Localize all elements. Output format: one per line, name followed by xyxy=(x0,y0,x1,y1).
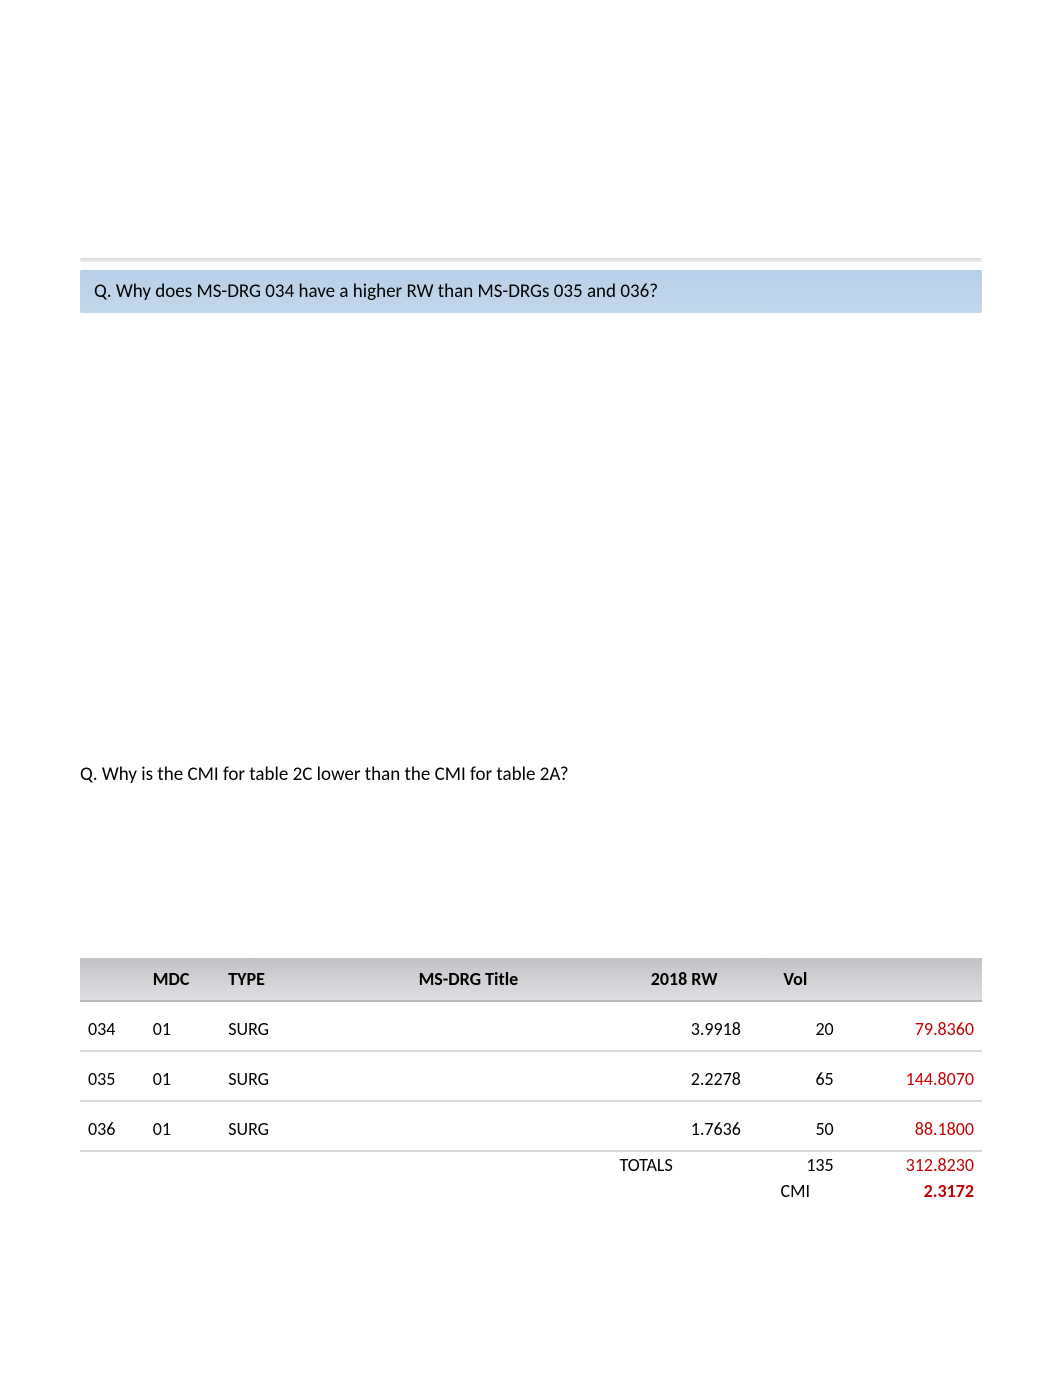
cell-mdc: 01 xyxy=(145,1052,221,1102)
totals-vol: 135 xyxy=(749,1152,842,1178)
cell-type: SURG xyxy=(220,1052,317,1102)
th-mdc: MDC xyxy=(145,958,221,1002)
question-plain: Q. Why is the CMI for table 2C lower tha… xyxy=(80,761,982,788)
cell-mdc: 01 xyxy=(145,1102,221,1152)
question-highlighted: Q. Why does MS-DRG 034 have a higher RW … xyxy=(80,270,982,313)
th-rw: 2018 RW xyxy=(619,958,748,1002)
totals-prod: 312.8230 xyxy=(842,1152,982,1178)
th-drg xyxy=(80,958,145,1002)
cell-rw: 2.2278 xyxy=(619,1052,748,1102)
cell-title xyxy=(317,1052,619,1102)
cmi-value: 2.3172 xyxy=(842,1178,982,1204)
cmi-row: CMI 2.3172 xyxy=(80,1178,982,1204)
top-divider xyxy=(80,258,982,262)
cell-type: SURG xyxy=(220,1102,317,1152)
cell-rw: 1.7636 xyxy=(619,1102,748,1152)
cell-title xyxy=(317,1102,619,1152)
cell-vol: 65 xyxy=(749,1052,842,1102)
cell-title xyxy=(317,1002,619,1052)
totals-row: TOTALS 135 312.8230 xyxy=(80,1152,982,1178)
cell-mdc: 01 xyxy=(145,1002,221,1052)
cell-prod: 79.8360 xyxy=(842,1002,982,1052)
drg-table: MDC TYPE MS-DRG Title 2018 RW Vol 034 01… xyxy=(80,958,982,1204)
cell-drg: 035 xyxy=(80,1052,145,1102)
table-header-row: MDC TYPE MS-DRG Title 2018 RW Vol xyxy=(80,958,982,1002)
totals-label: TOTALS xyxy=(619,1152,748,1178)
cell-vol: 20 xyxy=(749,1002,842,1052)
table-row: 036 01 SURG 1.7636 50 88.1800 xyxy=(80,1102,982,1152)
th-title: MS-DRG Title xyxy=(317,958,619,1002)
cell-prod: 88.1800 xyxy=(842,1102,982,1152)
cell-type: SURG xyxy=(220,1002,317,1052)
cmi-label: CMI xyxy=(749,1178,842,1204)
cell-drg: 036 xyxy=(80,1102,145,1152)
table-row: 034 01 SURG 3.9918 20 79.8360 xyxy=(80,1002,982,1052)
cell-vol: 50 xyxy=(749,1102,842,1152)
th-vol: Vol xyxy=(749,958,842,1002)
cell-prod: 144.8070 xyxy=(842,1052,982,1102)
cell-drg: 034 xyxy=(80,1002,145,1052)
cell-rw: 3.9918 xyxy=(619,1002,748,1052)
th-type: TYPE xyxy=(220,958,317,1002)
th-prod xyxy=(842,958,982,1002)
table-row: 035 01 SURG 2.2278 65 144.8070 xyxy=(80,1052,982,1102)
